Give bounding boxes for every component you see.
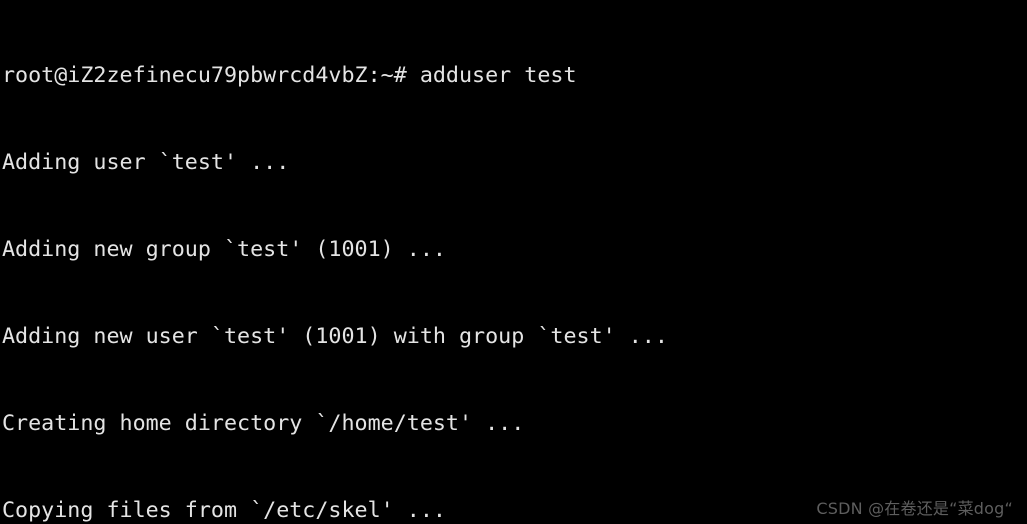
- terminal-line: Adding new group `test' (1001) ...: [2, 237, 446, 262]
- terminal-line: root@iZ2zefinecu79pbwrcd4vbZ:~# adduser …: [2, 63, 577, 88]
- terminal-line: Creating home directory `/home/test' ...: [2, 411, 525, 436]
- terminal-line: Adding user `test' ...: [2, 150, 290, 175]
- terminal-window[interactable]: root@iZ2zefinecu79pbwrcd4vbZ:~# adduser …: [0, 0, 1027, 524]
- csdn-watermark: CSDN @在卷还是“菜dog“: [816, 499, 1013, 518]
- terminal-line: Adding new user `test' (1001) with group…: [2, 324, 668, 349]
- terminal-output: root@iZ2zefinecu79pbwrcd4vbZ:~# adduser …: [2, 3, 1027, 524]
